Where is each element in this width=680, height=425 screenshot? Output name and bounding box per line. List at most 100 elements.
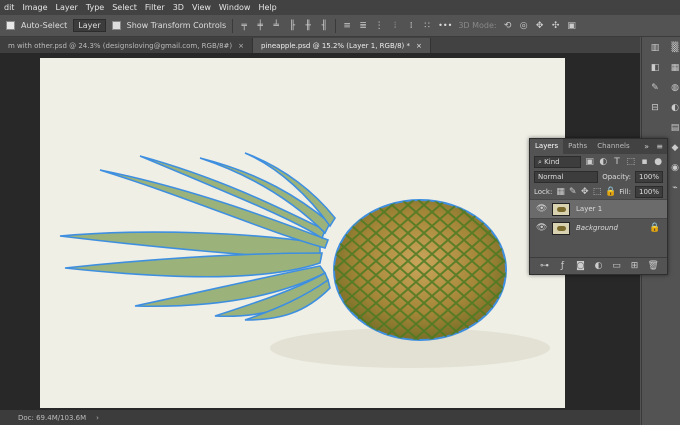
layer-thumbnail (552, 221, 570, 235)
auto-select-checkbox[interactable] (6, 21, 15, 30)
layer-row[interactable]: 👁 Layer 1 (530, 199, 667, 218)
align-right-icon[interactable]: ╢ (319, 21, 329, 31)
color-icon[interactable]: ▒ (670, 43, 680, 53)
adjustments-icon[interactable]: ⊟ (650, 103, 660, 113)
tab-layers[interactable]: Layers (530, 139, 564, 154)
show-transform-checkbox[interactable] (111, 21, 121, 30)
layers-panel: Layers Paths Channels » ≡ ⌕ Kind ▣ ◐ T ⬚… (529, 138, 668, 275)
filter-smart-icon[interactable]: ▪ (640, 157, 650, 167)
link-layers-icon[interactable]: ⊶ (540, 261, 550, 271)
close-icon[interactable]: × (416, 42, 422, 50)
eye-icon[interactable]: 👁 (536, 223, 547, 233)
lock-row: Lock: ▦ ✎ ✥ ⬚ 🔒 Fill: 100% (530, 184, 667, 199)
filter-toggle-icon[interactable]: ● (653, 157, 663, 167)
lock-all-icon[interactable]: 🔒 (605, 187, 616, 197)
filter-pixel-icon[interactable]: ▣ (585, 157, 595, 167)
layer-name: Background (576, 224, 618, 232)
align-left-icon[interactable]: ╟ (287, 21, 297, 31)
distribute-icon[interactable]: ∷ (422, 21, 432, 31)
more-options-button[interactable]: ••• (438, 21, 452, 30)
libraries-icon[interactable]: ◍ (670, 83, 680, 93)
slide-3d-icon[interactable]: ✣ (551, 21, 561, 31)
blend-row: Normal Opacity: 100% (530, 169, 667, 184)
trash-icon[interactable]: 🗑 (648, 261, 659, 271)
eye-icon[interactable]: 👁 (536, 204, 547, 214)
tab-paths[interactable]: Paths (563, 139, 592, 154)
distribute-icon[interactable]: ⋮ (374, 21, 384, 31)
tab-label: m with other.psd @ 24.3% (designsloving@… (8, 41, 233, 50)
lock-transparent-icon[interactable]: ▦ (556, 187, 565, 197)
menu-help[interactable]: Help (254, 3, 280, 12)
layer-row[interactable]: 👁 Background 🔒 (530, 218, 667, 237)
tab-channels[interactable]: Channels (592, 139, 634, 154)
document-canvas[interactable] (40, 58, 565, 408)
lock-icon: 🔒 (649, 223, 661, 233)
pan-3d-icon[interactable]: ✥ (535, 21, 545, 31)
filter-shape-icon[interactable]: ⬚ (626, 157, 636, 167)
opacity-label: Opacity: (602, 172, 631, 181)
swatches-icon[interactable]: ▦ (670, 63, 680, 73)
adjust-icon[interactable]: ◐ (670, 103, 680, 113)
lock-artboard-icon[interactable]: ⬚ (593, 187, 602, 197)
layers-icon[interactable]: ◆ (670, 143, 680, 153)
scale-3d-icon[interactable]: ▣ (567, 21, 577, 31)
paths-icon[interactable]: ⌁ (670, 183, 680, 193)
target-select[interactable]: Layer (73, 19, 106, 32)
distribute-icon[interactable]: ⁞ (406, 21, 416, 31)
align-top-icon[interactable]: ╤ (239, 21, 249, 31)
menu-layer[interactable]: Layer (52, 3, 82, 12)
options-bar: Auto-Select Layer Show Transform Control… (0, 15, 680, 37)
collapse-icon[interactable]: » (644, 142, 649, 151)
document-tabs: m with other.psd @ 24.3% (designsloving@… (0, 37, 640, 53)
group-folder-icon[interactable]: ▭ (612, 261, 622, 271)
tab-label: pineapple.psd @ 15.2% (Layer 1, RGB/8) * (261, 41, 411, 50)
auto-select-label: Auto-Select (21, 21, 68, 30)
blend-mode-select[interactable]: Normal (534, 170, 599, 183)
filter-adjust-icon[interactable]: ◐ (599, 157, 609, 167)
lock-position-icon[interactable]: ✥ (581, 187, 589, 197)
panel-menu-icon[interactable]: ≡ (656, 142, 663, 151)
brush-settings-icon[interactable]: ✎ (650, 83, 660, 93)
properties-icon[interactable]: ◧ (650, 63, 660, 73)
channels-icon[interactable]: ◉ (670, 163, 680, 173)
kind-filter-select[interactable]: ⌕ Kind (534, 155, 581, 168)
panel-tabs: Layers Paths Channels » ≡ (530, 139, 667, 154)
styles-icon[interactable]: ▤ (670, 123, 680, 133)
orbit-3d-icon[interactable]: ⟲ (503, 21, 513, 31)
add-mask-icon[interactable]: ◙ (576, 261, 586, 271)
status-arrow-button[interactable]: › (96, 414, 99, 422)
layer-thumbnail (552, 202, 570, 216)
divider (232, 18, 234, 33)
menu-select[interactable]: Select (108, 3, 141, 12)
opacity-input[interactable]: 100% (634, 170, 663, 183)
menu-filter[interactable]: Filter (141, 3, 169, 12)
roll-3d-icon[interactable]: ◎ (519, 21, 529, 31)
align-middle-icon[interactable]: ╪ (255, 21, 265, 31)
tab-pineapple-document[interactable]: pineapple.psd @ 15.2% (Layer 1, RGB/8) *… (253, 38, 431, 53)
fx-icon[interactable]: ƒ (558, 261, 568, 271)
filter-type-icon[interactable]: T (612, 157, 622, 167)
tab-other-document[interactable]: m with other.psd @ 24.3% (designsloving@… (0, 38, 254, 53)
distribute-icon[interactable]: ≡ (342, 21, 352, 31)
fill-input[interactable]: 100% (634, 185, 663, 198)
close-icon[interactable]: × (238, 42, 244, 50)
adjustment-layer-icon[interactable]: ◐ (594, 261, 604, 271)
menu-image[interactable]: Image (18, 3, 51, 12)
menu-3d[interactable]: 3D (169, 3, 188, 12)
menu-window[interactable]: Window (215, 3, 255, 12)
history-icon[interactable]: ▥ (650, 43, 660, 53)
menu-type[interactable]: Type (82, 3, 108, 12)
distribute-icon[interactable]: ⦙ (390, 21, 400, 31)
menu-view[interactable]: View (188, 3, 215, 12)
new-layer-icon[interactable]: ⊞ (630, 261, 640, 271)
status-bar: Doc: 69.4M/103.6M › (0, 410, 640, 425)
lock-pixels-icon[interactable]: ✎ (569, 187, 577, 197)
align-bottom-icon[interactable]: ╧ (271, 21, 281, 31)
distribute-icon[interactable]: ≣ (358, 21, 368, 31)
layer-name: Layer 1 (576, 205, 603, 213)
menu-edit[interactable]: dit (0, 3, 18, 12)
pineapple-image (59, 152, 550, 368)
align-center-icon[interactable]: ╫ (303, 21, 313, 31)
kind-label: Kind (544, 157, 560, 166)
panel-footer: ⊶ ƒ ◙ ◐ ▭ ⊞ 🗑 (530, 257, 667, 274)
